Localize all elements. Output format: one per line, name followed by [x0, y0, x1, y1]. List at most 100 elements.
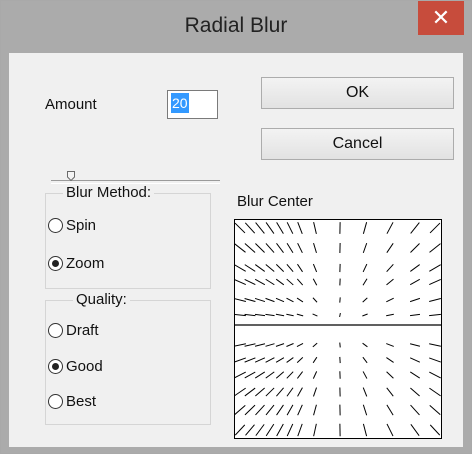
zoom-streak — [362, 263, 368, 273]
zoom-streak — [429, 371, 441, 379]
zoom-streak — [276, 404, 284, 416]
radio-circle — [48, 256, 63, 271]
radio-circle — [48, 218, 63, 233]
radio-zoom[interactable]: Zoom — [48, 255, 104, 272]
zoom-streak — [276, 243, 284, 253]
dialog-title: Radial Blur — [184, 14, 288, 37]
zoom-pattern — [235, 222, 441, 437]
zoom-streak — [386, 371, 394, 379]
zoom-streak — [286, 404, 294, 416]
zoom-streak — [244, 313, 256, 317]
zoom-streak — [254, 357, 266, 363]
cancel-button[interactable]: Cancel — [261, 128, 454, 160]
zoom-streak — [265, 243, 275, 253]
zoom-streak — [410, 371, 420, 379]
radio-draft[interactable]: Draft — [48, 322, 99, 339]
radio-spin[interactable]: Spin — [48, 217, 96, 234]
zoom-streak — [297, 404, 303, 416]
zoom-streak — [265, 278, 275, 286]
radio-label: Good — [66, 358, 103, 375]
zoom-streak — [235, 357, 246, 363]
zoom-streak — [255, 243, 265, 253]
zoom-streak — [362, 342, 368, 348]
zoom-streak — [410, 243, 420, 253]
zoom-streak — [265, 357, 275, 363]
zoom-streak — [410, 387, 420, 397]
ok-button[interactable]: OK — [261, 77, 454, 109]
zoom-streak — [286, 357, 294, 363]
zoom-streak — [386, 297, 394, 303]
zoom-streak — [235, 222, 246, 234]
zoom-streak — [265, 371, 275, 379]
title-bar[interactable]: Radial Blur ✕ — [1, 1, 471, 53]
zoom-streak — [296, 357, 304, 363]
zoom-streak — [275, 297, 285, 303]
zoom-streak — [244, 371, 256, 379]
zoom-streak — [275, 313, 285, 317]
zoom-streak — [362, 313, 368, 317]
zoom-streak — [410, 424, 420, 436]
zoom-streak — [313, 423, 317, 437]
radio-circle — [48, 394, 63, 409]
zoom-streak — [265, 404, 275, 416]
zoom-streak — [362, 404, 368, 416]
zoom-streak — [286, 313, 294, 317]
zoom-streak — [312, 278, 318, 286]
amount-slider-thumb[interactable] — [67, 171, 75, 181]
zoom-streak — [297, 242, 303, 254]
radial-blur-dialog: Radial Blur ✕ Amount 20 OK Cancel Blur M… — [0, 0, 472, 454]
zoom-streak — [235, 298, 246, 302]
zoom-streak — [312, 263, 318, 273]
zoom-streak — [297, 222, 303, 234]
zoom-streak — [254, 278, 266, 286]
zoom-streak — [409, 297, 421, 303]
zoom-streak — [362, 387, 368, 397]
zoom-streak — [255, 404, 265, 416]
zoom-streak — [386, 357, 394, 363]
blur-center-preview[interactable] — [234, 219, 442, 439]
radio-label: Zoom — [66, 255, 105, 272]
zoom-streak — [235, 243, 246, 253]
blur-method-group: Blur Method: Spin Zoom — [45, 184, 211, 289]
zoom-streak — [296, 371, 304, 379]
zoom-streak — [235, 264, 246, 272]
amount-field[interactable]: 20 — [167, 90, 218, 119]
zoom-streak — [409, 357, 421, 363]
zoom-streak — [265, 297, 275, 303]
radio-circle — [48, 359, 63, 374]
zoom-streak — [429, 313, 441, 317]
zoom-streak — [429, 243, 441, 253]
zoom-streak — [235, 313, 246, 317]
zoom-streak — [235, 371, 246, 379]
zoom-streak — [265, 343, 275, 347]
zoom-streak — [313, 242, 317, 254]
zoom-streak — [386, 313, 394, 317]
zoom-streak — [429, 387, 441, 397]
zoom-streak — [254, 297, 266, 303]
zoom-streak — [429, 343, 441, 347]
zoom-streak — [245, 424, 255, 436]
zoom-streak — [254, 371, 266, 379]
close-button[interactable]: ✕ — [418, 1, 464, 35]
zoom-streak — [297, 423, 303, 437]
zoom-streak — [276, 387, 284, 397]
zoom-streak — [410, 404, 420, 416]
zoom-streak — [429, 222, 441, 234]
zoom-streak — [275, 357, 285, 363]
radio-good[interactable]: Good — [48, 358, 103, 375]
zoom-streak — [286, 297, 294, 303]
blur-center-label: Blur Center — [237, 193, 313, 210]
zoom-streak — [254, 313, 266, 317]
radio-label: Best — [66, 393, 97, 410]
zoom-streak — [275, 278, 285, 286]
zoom-streak — [429, 298, 441, 302]
zoom-streak — [312, 342, 318, 348]
zoom-streak — [244, 357, 256, 363]
radio-best[interactable]: Best — [48, 393, 96, 410]
zoom-streak — [265, 387, 275, 397]
zoom-streak — [244, 222, 256, 234]
zoom-streak — [409, 343, 421, 347]
zoom-streak — [313, 387, 317, 397]
zoom-streak — [244, 343, 256, 347]
zoom-streak — [429, 264, 441, 272]
